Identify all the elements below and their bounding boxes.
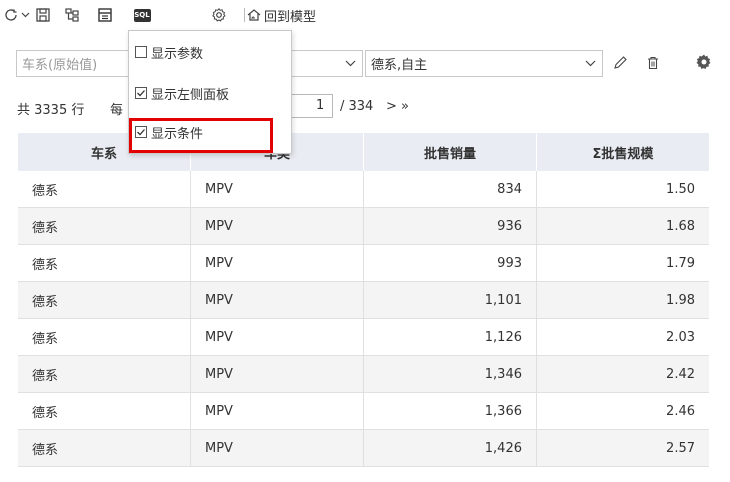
gear-icon[interactable] [210,4,228,26]
back-to-model-label: 回到模型 [264,9,317,25]
cell-sales: 1,126 [363,318,537,356]
menu-item-show-params[interactable]: 显示参数 [135,41,203,63]
menu-item-show-left-panel[interactable]: 显示左侧面板 [135,82,229,104]
cell-sales: 1,101 [363,281,537,319]
next-page-button[interactable]: > [386,99,397,114]
sql-badge: SQL [133,8,151,22]
page-number-input[interactable]: 1 [291,94,333,118]
checkbox-unchecked-icon[interactable] [135,46,147,58]
cell-scale: 1.50 [536,171,709,208]
cell-series: 德系 [18,281,191,319]
back-to-model-button[interactable]: 回到模型 [246,6,317,25]
cell-series: 德系 [18,207,191,245]
table-row: 德系 MPV 1,346 2.42 [18,355,709,393]
table-row: 德系 MPV 936 1.68 [18,207,709,245]
filter-left-placeholder: 车系(原始值) [22,58,98,73]
sql-icon[interactable]: SQL [131,4,153,26]
cell-scale: 1.98 [536,281,709,319]
total-rows-label: 共 3335 行 [17,103,85,118]
table-row: 德系 MPV 1,101 1.98 [18,281,709,319]
cell-sales: 1,346 [363,355,537,393]
table-row: 德系 MPV 993 1.79 [18,244,709,282]
cell-scale: 2.03 [536,318,709,356]
cell-series: 德系 [18,355,191,393]
column-header-scale[interactable]: Σ批售规模 [536,133,709,171]
table-row: 德系 MPV 1,366 2.46 [18,392,709,430]
delete-icon[interactable] [645,55,661,75]
cell-scale: 2.46 [536,392,709,430]
settings-gear-icon[interactable] [695,53,713,75]
filter-select-left[interactable]: 车系(原始值) [16,50,136,77]
highlight-box [129,118,273,153]
cell-type: MPV [190,207,364,245]
cell-type: MPV [190,355,364,393]
cell-scale: 2.42 [536,355,709,393]
total-pages-label: / 334 [340,99,374,114]
cell-sales: 834 [363,171,537,208]
refresh-icon[interactable] [2,4,20,26]
data-table: 车系 车类 批售销量 Σ批售规模 德系 MPV 834 1.50 德系 MPV … [18,133,709,467]
table-row: 德系 MPV 834 1.50 [18,171,709,208]
checkbox-checked-icon[interactable] [135,87,147,99]
tree-icon[interactable] [63,4,81,26]
cell-series: 德系 [18,171,191,208]
cell-sales: 993 [363,244,537,282]
last-page-button[interactable]: » [401,99,409,114]
table-row: 德系 MPV 1,426 2.57 [18,429,709,467]
per-page-label: 每 [110,103,124,118]
cell-series: 德系 [18,429,191,467]
chevron-down-icon [345,57,356,74]
chevron-down-icon [585,57,596,74]
cell-type: MPV [190,318,364,356]
edit-icon[interactable] [612,55,628,75]
filter-value: 德系,自主 [371,58,428,73]
back-model-icon [247,9,261,21]
cell-sales: 936 [363,207,537,245]
cell-type: MPV [190,429,364,467]
filter-value-select[interactable]: 德系,自主 [365,50,603,77]
cell-type: MPV [190,281,364,319]
cell-sales: 1,366 [363,392,537,430]
cell-series: 德系 [18,318,191,356]
cell-type: MPV [190,244,364,282]
table-row: 德系 MPV 1,126 2.03 [18,318,709,356]
toolbar-divider [244,8,245,22]
panel-icon[interactable] [96,4,114,26]
cell-scale: 1.79 [536,244,709,282]
menu-item-label: 显示参数 [151,46,204,62]
column-header-sales[interactable]: 批售销量 [363,133,537,171]
cell-sales: 1,426 [363,429,537,467]
cell-series: 德系 [18,244,191,282]
cell-scale: 1.68 [536,207,709,245]
cell-type: MPV [190,171,364,208]
filter-operator-select[interactable] [290,50,363,77]
table-header-row: 车系 车类 批售销量 Σ批售规模 [18,133,709,171]
cell-series: 德系 [18,392,191,430]
chevron-down-icon[interactable] [20,4,30,26]
cell-scale: 2.57 [536,429,709,467]
cell-type: MPV [190,392,364,430]
menu-item-label: 显示左侧面板 [151,87,230,103]
save-icon[interactable] [34,4,52,26]
